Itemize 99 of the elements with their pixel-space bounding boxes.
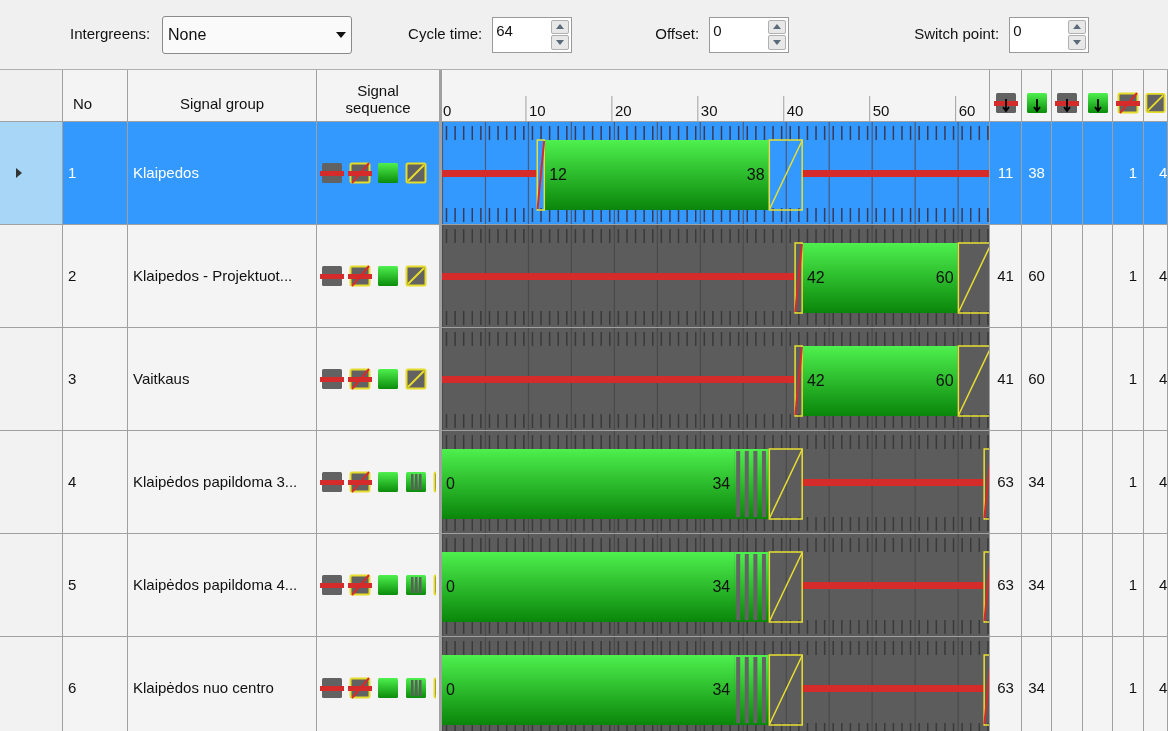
- timeline-track[interactable]: 12 38: [440, 122, 990, 225]
- signal-state-icon: [376, 573, 400, 597]
- table-row[interactable]: 2 Klaipedos - Projektuot... 42 60 41 60 1 4: [0, 225, 1168, 328]
- flashing-phase-bar: [734, 655, 769, 725]
- timeline-track[interactable]: 0 34: [440, 637, 990, 731]
- signal-state-icon: [348, 367, 372, 391]
- table-row[interactable]: 4 Klaipėdos papildoma 3... 0 34 63 34 1 4: [0, 431, 1168, 534]
- signal-state-icon: [348, 676, 372, 700]
- time-tick-label: 50: [872, 102, 890, 119]
- field-label: Offset:: [655, 24, 700, 45]
- increment-button[interactable]: [1068, 19, 1087, 34]
- time-tick-label: 60: [958, 102, 976, 119]
- signal-state-icon: [348, 161, 372, 185]
- transition-marker: [983, 551, 989, 623]
- time-label: 42: [806, 269, 825, 286]
- table-cell: 4: [1144, 637, 1168, 731]
- caret-icon: [336, 31, 347, 38]
- signal-state-icon: [376, 264, 400, 288]
- decrement-button[interactable]: [1068, 35, 1087, 50]
- switch-point-spinner[interactable]: 0: [1009, 16, 1090, 53]
- time-label: 12: [549, 166, 567, 183]
- time-label: 60: [935, 269, 954, 286]
- time-label: 42: [806, 372, 825, 389]
- time-label: 0: [446, 578, 455, 595]
- cycle-time-spinner[interactable]: 64: [492, 16, 573, 53]
- time-label: 60: [935, 372, 954, 389]
- time-label: 0: [446, 475, 455, 492]
- signal-state-icon: [376, 161, 400, 185]
- timeline-track[interactable]: 42 60: [440, 328, 990, 431]
- transition-marker: [957, 345, 989, 417]
- table-row[interactable]: 3 Vaitkaus 42 60 41 60 1 4: [0, 328, 1168, 431]
- signal-state-icon: [320, 161, 344, 185]
- down-arrow-icon: [773, 39, 782, 45]
- up-arrow-icon: [1073, 24, 1082, 30]
- timeline-track[interactable]: 42 60: [440, 225, 990, 328]
- transition-marker: [794, 345, 803, 417]
- offset-spinner[interactable]: 0: [709, 16, 790, 53]
- time-tick-label: 30: [700, 102, 718, 119]
- flashing-phase-bar: [734, 449, 769, 519]
- signal-state-icon: [404, 264, 428, 288]
- signal-state-icon: [320, 470, 344, 494]
- signal-state-icon: [404, 573, 428, 597]
- decrement-button[interactable]: [768, 35, 787, 50]
- transition-marker: [794, 242, 803, 314]
- transition-marker: [957, 242, 989, 314]
- table-cell: 34: [1022, 637, 1052, 731]
- signal-state-icon: [320, 573, 344, 597]
- row-pointer-icon: [16, 168, 22, 178]
- signal-state-icon: [376, 676, 400, 700]
- transition-marker: [983, 448, 989, 520]
- time-label: 38: [746, 166, 765, 183]
- signal-state-icon: [404, 470, 428, 494]
- transition-marker: [768, 551, 803, 623]
- table-cell: 6: [63, 637, 128, 731]
- signal-state-icon: [1144, 91, 1167, 115]
- signal-state-icon: [348, 470, 372, 494]
- timeline-track[interactable]: 0 34: [440, 534, 990, 637]
- down-arrow-icon: [556, 39, 565, 45]
- down-arrow-icon: [1073, 39, 1082, 45]
- table-row[interactable]: 1 Klaipedos 12 38 11 38 1 4: [0, 122, 1168, 225]
- signal-state-icon: [376, 470, 400, 494]
- signal-state-icon: [376, 367, 400, 391]
- transition-marker: [536, 139, 546, 211]
- increment-button[interactable]: [768, 19, 787, 34]
- time-tick-label: 40: [786, 102, 804, 119]
- table-cell: Klaipėdos nuo centro: [128, 637, 317, 731]
- signal-state-icon: [320, 676, 344, 700]
- flashing-phase-bar: [734, 552, 769, 622]
- signal-state-icon: [320, 264, 344, 288]
- decrement-button[interactable]: [551, 35, 570, 50]
- up-arrow-icon: [773, 24, 782, 30]
- time-label: 34: [712, 475, 731, 492]
- field-label: Switch point:: [914, 24, 1000, 45]
- time-label: 0: [446, 681, 455, 698]
- increment-button[interactable]: [551, 19, 570, 34]
- transition-marker: [768, 654, 803, 726]
- table-cell: 1: [1113, 637, 1144, 731]
- time-tick-label: 10: [528, 102, 546, 119]
- signal-state-icon: [348, 264, 372, 288]
- signal-state-icon: [404, 367, 428, 391]
- timeline-track[interactable]: 0 34: [440, 431, 990, 534]
- time-label: 34: [712, 681, 731, 698]
- transition-marker: [768, 139, 803, 211]
- intergreens-dropdown[interactable]: None: [162, 15, 353, 54]
- transition-marker: [768, 448, 803, 520]
- signal-state-icon: [404, 676, 428, 700]
- field-label: Cycle time:: [408, 24, 483, 45]
- time-tick-label: 20: [614, 102, 632, 119]
- transition-marker: [983, 654, 989, 726]
- time-tick-label: 0: [443, 102, 452, 119]
- up-arrow-icon: [556, 24, 565, 30]
- table-row[interactable]: 5 Klaipėdos papildoma 4... 0 34 63 34 1 4: [0, 534, 1168, 637]
- field-label: Intergreens:: [70, 24, 151, 45]
- table-cell: 63: [990, 637, 1022, 731]
- signal-state-icon: [404, 161, 428, 185]
- signal-state-icon: [1116, 91, 1140, 115]
- signal-state-icon: [348, 573, 372, 597]
- signal-state-icon: [320, 367, 344, 391]
- time-label: 34: [712, 578, 731, 595]
